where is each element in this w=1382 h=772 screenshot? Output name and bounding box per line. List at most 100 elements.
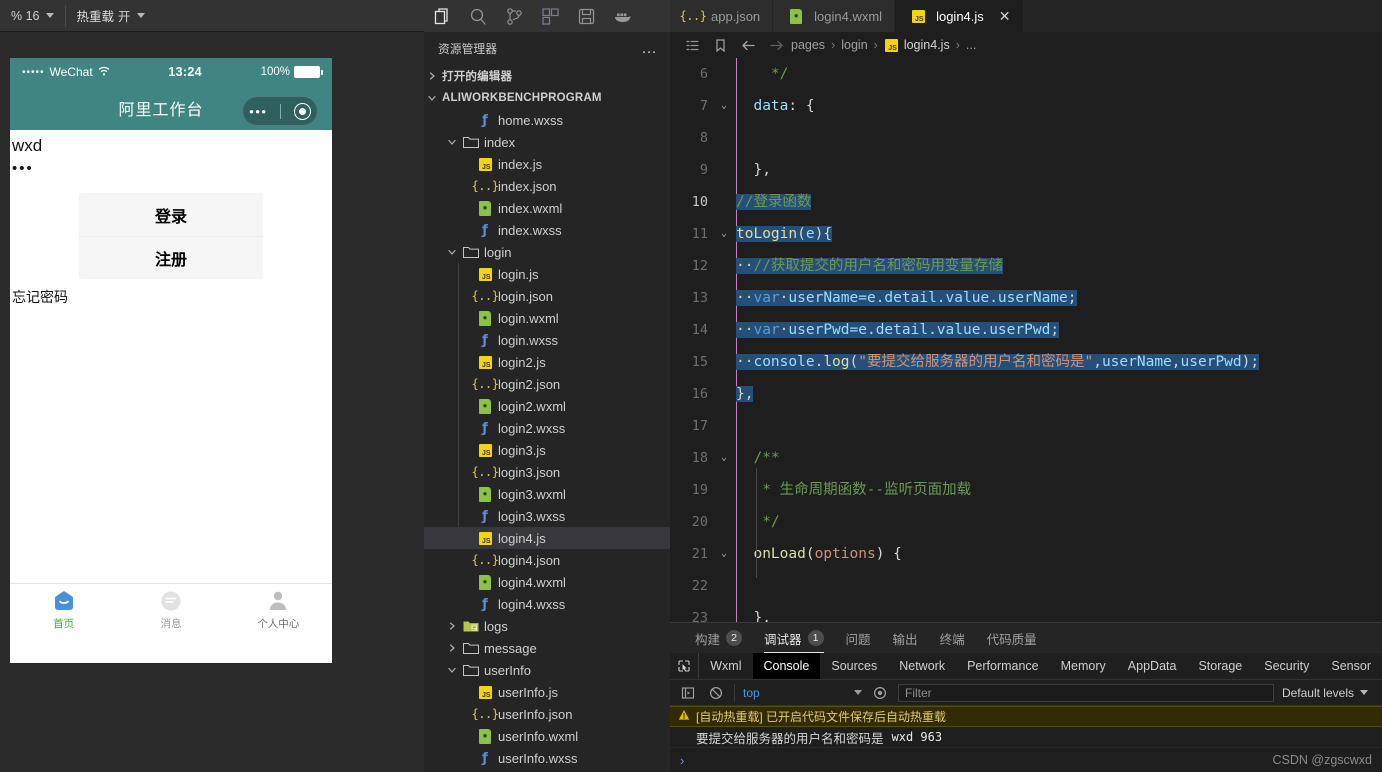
devtools-tab-memory[interactable]: Memory [1050,653,1117,679]
tree-file[interactable]: ƒ login.wxss [424,329,670,351]
tree-file[interactable]: ● login.wxml [424,307,670,329]
devtools-tab-storage[interactable]: Storage [1187,653,1253,679]
explorer-icon[interactable] [432,6,453,27]
tree-file[interactable]: JS login2.js [424,351,670,373]
panel-tab-代码质量[interactable]: 代码质量 [976,623,1048,653]
login-button[interactable]: 登录 [79,193,263,236]
capsule-more-icon[interactable]: ••• [249,105,267,118]
tree-file[interactable]: JS login.js [424,263,670,285]
back-arrow-icon[interactable] [734,38,762,53]
fold-chevron-icon[interactable]: ⌄ [716,218,732,250]
code-line[interactable]: 21 ⌄ onLoad(options) { [670,538,1382,570]
code-line[interactable]: 11 ⌄ toLogin(e){ [670,218,1382,250]
tree-folder[interactable]: userInfo [424,659,670,681]
devtools-tab-wxml[interactable]: Wxml [699,653,752,679]
panel-tab-输出[interactable]: 输出 [882,623,929,653]
console-prompt-row[interactable]: › CSDN @zgscwxd [670,748,1382,772]
username-input[interactable]: wxd [10,130,332,156]
editor-tab-app-json[interactable]: {..} app.json [670,0,774,32]
code-line[interactable]: 10 //登录函数 [670,186,1382,218]
code-line[interactable]: 19 * 生命周期函数--监听页面加载 [670,474,1382,506]
devtools-tab-appdata[interactable]: AppData [1117,653,1188,679]
docker-icon[interactable] [612,6,633,27]
chevron-down-icon[interactable] [444,665,460,675]
tree-file[interactable]: JS login4.js [424,527,670,549]
devtools-tab-performance[interactable]: Performance [956,653,1050,679]
code-editor[interactable]: 6 */7 ⌄ data: {8 9 }, 10//登录函数 11 ⌄ toLogin(e)… [670,58,1382,625]
code-line[interactable]: 22 [670,570,1382,602]
breadcrumb-segment-login[interactable]: login [840,38,868,52]
tree-file[interactable]: ● login3.wxml [424,483,670,505]
bookmark-icon[interactable] [706,38,734,53]
explorer-more-icon[interactable]: … [641,40,658,56]
code-line[interactable]: 6 */ [670,58,1382,90]
fold-chevron-icon[interactable]: ⌄ [716,442,732,474]
panel-tab-问题[interactable]: 问题 [835,623,882,653]
fold-chevron-icon[interactable]: ⌄ [716,90,732,122]
tree-file[interactable]: ● login4.wxml [424,571,670,593]
eye-icon[interactable] [870,686,890,700]
code-line[interactable]: 15 ··console.log("要提交给服务器的用户名和密码是",userNa… [670,346,1382,378]
code-line[interactable]: 8 [670,122,1382,154]
panel-tab-终端[interactable]: 终端 [929,623,976,653]
tree-file[interactable]: ƒ index.wxss [424,219,670,241]
tree-file[interactable]: JS login3.js [424,439,670,461]
fold-chevron-icon[interactable]: ⌄ [716,538,732,570]
tree-file[interactable]: ƒ login3.wxss [424,505,670,527]
devtools-tab-network[interactable]: Network [888,653,956,679]
tree-file[interactable]: ƒ userInfo.wxss [424,747,670,769]
code-line[interactable]: 14 ··var·userPwd=e.detail.value.userPwd; [670,314,1382,346]
wechat-capsule-button[interactable]: ••• [242,96,318,126]
password-input[interactable]: ••• [10,156,332,177]
devtools-tab-security[interactable]: Security [1253,653,1320,679]
console-sidebar-icon[interactable] [678,686,698,700]
tree-file[interactable]: JS userInfo.js [424,681,670,703]
breadcrumb-segment-pages[interactable]: pages [790,38,826,52]
devtools-tab-sensor[interactable]: Sensor [1320,653,1382,679]
editor-tab-login4-js[interactable]: JS login4.js ✕ [895,0,1024,32]
code-line[interactable]: 13 ··var·userName=e.detail.value.userName… [670,282,1382,314]
tree-file[interactable]: {..} login2.json [424,373,670,395]
chevron-down-icon[interactable] [444,137,460,147]
explorer-section-1[interactable]: ALIWORKBENCHPROGRAM [424,87,670,109]
devtools-tab-sources[interactable]: Sources [820,653,888,679]
code-line[interactable]: 7 ⌄ data: { [670,90,1382,122]
breadcrumb-segment-file[interactable]: login4.js [903,38,951,52]
forgot-password-link[interactable]: 忘记密码 [10,279,332,307]
tree-file[interactable]: {..} index.json [424,175,670,197]
console-log-row[interactable]: 要提交给服务器的用户名和密码是 wxd 963 [670,727,1382,748]
tree-file[interactable]: ● login2.wxml [424,395,670,417]
scale-selector[interactable]: % 16 [0,0,65,32]
tree-file[interactable]: {..} userInfo.json [424,703,670,725]
console-filter-input[interactable]: Filter [898,683,1274,702]
tree-file[interactable]: ● index.wxml [424,197,670,219]
tree-file[interactable]: {..} login4.json [424,549,670,571]
hot-reload-toggle[interactable]: 热重载 开 [66,0,156,32]
tree-folder[interactable]: login [424,241,670,263]
tree-file[interactable]: ƒ login2.wxss [424,417,670,439]
explorer-section-0[interactable]: 打开的编辑器 [424,65,670,87]
tabbar-item-profile[interactable]: 个人中心 [225,584,332,635]
source-control-icon[interactable] [504,6,525,27]
tree-file[interactable]: ƒ login4.wxss [424,593,670,615]
chevron-right-icon[interactable] [424,71,440,81]
breadcrumb-segment-overflow[interactable]: ... [965,38,977,52]
register-button[interactable]: 注册 [79,236,263,279]
clear-console-icon[interactable] [706,686,726,700]
code-line[interactable]: 9 }, [670,154,1382,186]
tree-folder[interactable]: index [424,131,670,153]
capsule-close-icon[interactable] [293,102,311,120]
console-levels-selector[interactable]: Default levels [1282,686,1374,700]
console-warning-row[interactable]: [自动热重载] 已开启代码文件保存后自动热重载 [670,706,1382,727]
tree-file[interactable]: {..} login3.json [424,461,670,483]
tabbar-item-home[interactable]: 首页 [10,584,117,635]
panel-tab-构建[interactable]: 构建 2 [684,623,753,653]
chevron-down-icon[interactable] [424,93,440,103]
inspect-element-icon[interactable] [670,653,700,679]
tree-file[interactable]: ● userInfo.wxml [424,725,670,747]
tree-file[interactable]: ƒ home.wxss [424,109,670,131]
code-line[interactable]: 17 [670,410,1382,442]
editor-tab-login4-wxml[interactable]: ● login4.wxml [773,0,896,32]
tree-folder[interactable]: message [424,637,670,659]
tabbar-item-message[interactable]: 消息 [117,584,224,635]
